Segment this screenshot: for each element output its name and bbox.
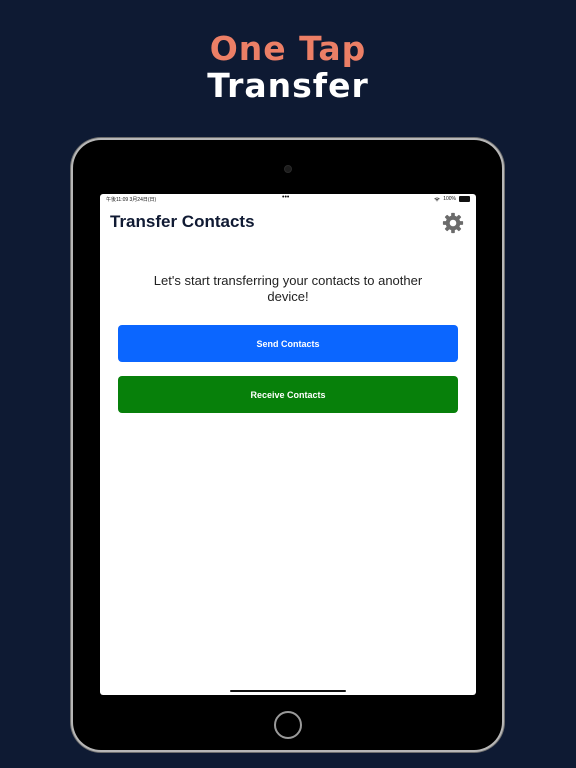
status-right: 100% — [434, 196, 470, 202]
home-button[interactable] — [274, 711, 302, 739]
promo-headline-line1: One Tap — [209, 29, 367, 68]
receive-contacts-button[interactable]: Receive Contacts — [118, 376, 458, 413]
promo-headline-line2: Transfer — [207, 66, 369, 105]
send-contacts-button[interactable]: Send Contacts — [118, 325, 458, 362]
wifi-icon — [434, 197, 440, 201]
intro-message: Let's start transferring your contacts t… — [153, 273, 423, 304]
page-title: Transfer Contacts — [110, 212, 255, 231]
camera-icon — [284, 165, 292, 173]
home-indicator[interactable] — [230, 690, 346, 692]
app-screen: 午後11:09 3月24日(日) ••• 100% Transfer Conta… — [100, 194, 476, 695]
gear-icon[interactable] — [442, 212, 464, 234]
status-bar: 午後11:09 3月24日(日) ••• 100% — [100, 194, 476, 204]
battery-percent: 100% — [443, 196, 456, 202]
status-time: 午後11:09 3月24日(日) — [106, 197, 157, 203]
multitasking-dots-icon[interactable]: ••• — [282, 194, 289, 201]
battery-icon — [459, 196, 470, 202]
